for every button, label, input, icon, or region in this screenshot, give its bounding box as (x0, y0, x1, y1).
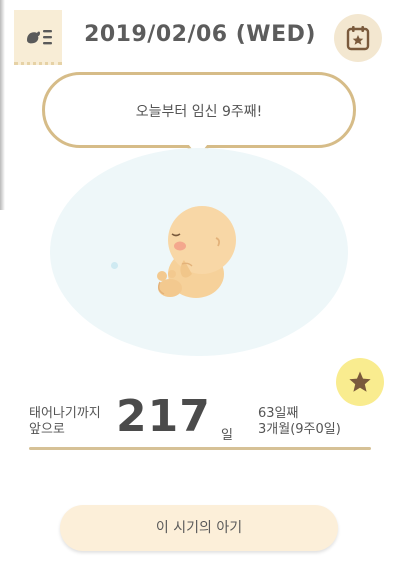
pregnancy-week-message: 오늘부터 임신 9주째! (135, 104, 263, 120)
calendar-star-icon (346, 26, 370, 51)
days-remaining: 217 (116, 391, 211, 442)
fetus-illustration (157, 206, 236, 298)
favorite-button[interactable] (336, 358, 384, 406)
days-elapsed: 63일째 (258, 406, 299, 421)
menu-list-icon (27, 30, 52, 45)
speech-bubble: 오늘부터 임신 9주째! (42, 72, 356, 148)
date-title: 2019/02/06 (WED) (84, 22, 316, 47)
left-edge-shadow (0, 0, 5, 210)
days-unit: 일 (221, 428, 233, 443)
calendar-button[interactable] (334, 14, 382, 62)
pregnancy-progress-info: 63일째 3개월(9주0일) (258, 406, 388, 438)
star-icon (349, 371, 371, 392)
countdown-label-line2: 앞으로 (29, 422, 65, 437)
countdown-label-line1: 태어나기까지 (29, 406, 101, 421)
countdown-label: 태어나기까지 앞으로 (29, 406, 119, 438)
divider-line (29, 447, 371, 450)
months-weeks: 3개월(9주0일) (258, 422, 341, 437)
menu-button[interactable] (14, 10, 62, 65)
baby-this-period-button[interactable]: 이 시기의 아기 (60, 505, 338, 551)
sparkle-dot (111, 262, 118, 269)
